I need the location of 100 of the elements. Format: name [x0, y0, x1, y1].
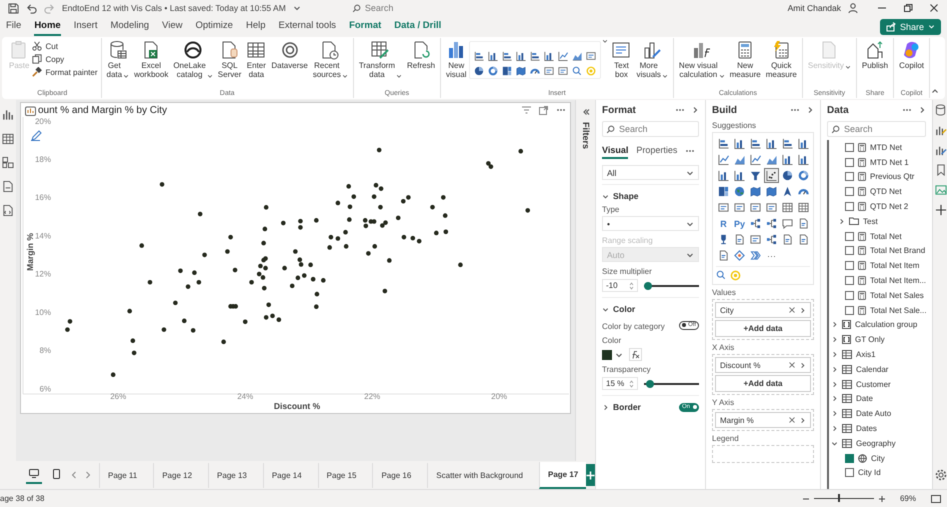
ribbon-button[interactable]: Transform data — [356, 38, 404, 81]
tree-item[interactable]: Calendar — [856, 364, 888, 374]
field-label: Type — [602, 205, 620, 214]
pane-title: Format — [602, 104, 636, 116]
field-label: Range scaling — [602, 236, 653, 245]
field-label: Color by category — [602, 322, 665, 331]
tree-item[interactable]: Total Net Brand — [870, 246, 926, 256]
add-data-button[interactable]: +Add data — [715, 375, 811, 392]
ribbon-button[interactable]: Publish — [860, 38, 890, 72]
number-field[interactable]: -10 — [602, 279, 638, 292]
ribbon-button[interactable]: OneLake catalog — [171, 38, 215, 81]
user-name: Amit Chandak — [788, 3, 841, 13]
menu-tab[interactable]: External tools — [278, 17, 336, 36]
ribbon-button[interactable]: Cut — [32, 41, 98, 51]
pane-tab[interactable]: Properties — [636, 143, 678, 159]
tree-item[interactable]: MTD Net 1 — [870, 158, 909, 167]
page-tab[interactable]: Page 16 — [372, 462, 420, 488]
menu-tab[interactable]: File — [6, 17, 22, 36]
menu-tab[interactable]: Optimize — [195, 17, 233, 36]
tree-item[interactable]: Date Auto — [856, 409, 892, 418]
field-label: Color — [602, 336, 622, 345]
section-header[interactable]: Shape — [602, 191, 639, 201]
visual-type-button[interactable]: R — [716, 216, 731, 231]
page-tab[interactable]: Page 17 — [539, 462, 586, 488]
visual-type-button[interactable]: Py — [732, 216, 747, 231]
tree-item[interactable]: Calculation group — [855, 320, 918, 330]
tree-item[interactable]: City — [871, 454, 885, 463]
dropdown[interactable]: All — [602, 165, 699, 180]
tree-item[interactable]: Total Net Item... — [870, 276, 926, 286]
page-tab[interactable]: Page 11 — [99, 462, 146, 488]
tree-item[interactable]: GT Only — [855, 335, 885, 344]
tree-item[interactable]: Total Net Item — [870, 261, 920, 270]
search-field[interactable]: Search — [602, 121, 699, 137]
menu-tab[interactable]: Format — [349, 17, 382, 36]
ribbon-button[interactable]: Refresh — [405, 38, 438, 72]
tree-item[interactable]: Geography — [856, 438, 896, 448]
tree-item[interactable]: Total Net — [870, 232, 902, 241]
menu-tab[interactable]: Data / Drill — [394, 17, 442, 36]
field-well[interactable]: City +Add data — [712, 299, 814, 340]
field-well[interactable]: Discount % +Add data — [712, 354, 814, 395]
page-tab[interactable]: Scatter with Background — [427, 462, 531, 488]
page-tab[interactable]: Page 15 — [318, 462, 364, 488]
ribbon-button[interactable]: Excel workbook — [132, 38, 170, 81]
dropdown[interactable]: • — [602, 216, 699, 231]
page-tab[interactable]: Page 14 — [262, 462, 310, 488]
section-header[interactable]: Border — [602, 402, 641, 412]
ribbon-button[interactable]: Text box — [609, 38, 634, 81]
axis-tick-label: 14% — [34, 231, 51, 240]
pane-tab[interactable]: Visual — [602, 143, 628, 159]
page-tab[interactable]: Page 13 — [208, 462, 255, 488]
tree-item[interactable]: Dates — [856, 424, 877, 434]
scatter-visual[interactable]: ount % and Margin % by City 6% 8% 10% 12% 14% 16% 18% 20% 26% 24% 22% 20% Discount % Margin % — [20, 102, 571, 414]
search-field[interactable]: Search — [827, 121, 926, 137]
tree-item[interactable]: MTD Net — [870, 142, 902, 152]
ribbon-button[interactable]: Quick measure — [764, 38, 799, 81]
filters-pane-label[interactable]: Filters — [581, 122, 591, 150]
page-tab[interactable]: Page 12 — [153, 462, 200, 488]
tree-item[interactable]: Previous Qtr — [870, 172, 914, 182]
menu-tab[interactable]: Insert — [74, 17, 98, 36]
ribbon-button[interactable]: New visual calculation — [676, 38, 727, 81]
axis-title: Discount % — [274, 401, 320, 411]
pane-title: Data — [827, 104, 849, 116]
section-header[interactable]: Color — [602, 304, 636, 314]
field-well-label: Y Axis — [712, 398, 736, 407]
menu-tab[interactable]: Modeling — [110, 17, 150, 36]
ribbon-button[interactable]: New visual — [444, 38, 468, 81]
field-pill[interactable]: Discount % — [715, 357, 811, 373]
ribbon-button[interactable]: Copilot — [897, 38, 926, 72]
ribbon-button[interactable]: Enter data — [244, 38, 268, 81]
menu-tab[interactable]: Help — [246, 17, 266, 36]
tree-item[interactable]: Total Net Sale... — [870, 306, 926, 315]
ribbon-button[interactable]: Format painter — [32, 67, 98, 77]
ribbon-button[interactable]: Copy — [32, 54, 98, 64]
field-label: Transparency — [602, 365, 651, 374]
pane-title: Build — [712, 104, 737, 116]
tree-item[interactable]: Date — [856, 394, 873, 404]
number-field[interactable]: 15 % — [602, 377, 638, 390]
axis-tick-label: 16% — [34, 193, 51, 202]
axis-tick-label: 22% — [364, 392, 380, 401]
tree-item[interactable]: QTD Net — [870, 187, 902, 196]
more-visuals-label[interactable]: ··· — [764, 248, 779, 263]
field-label: Size multiplier — [602, 267, 652, 276]
menu-tab[interactable]: View — [162, 17, 182, 36]
add-data-button[interactable]: +Add data — [715, 320, 811, 337]
tree-item[interactable]: Total Net Sales — [870, 290, 924, 300]
tree-item[interactable]: Test — [863, 216, 878, 226]
ribbon-button[interactable]: Dataverse — [269, 38, 310, 72]
share-button[interactable]: Share — [880, 18, 941, 34]
search-field[interactable]: Search — [364, 3, 472, 13]
tree-item[interactable]: City Id — [858, 468, 881, 478]
tree-item[interactable]: QTD Net 2 — [870, 202, 908, 212]
ribbon-button[interactable]: Get data — [104, 38, 132, 81]
tree-item[interactable]: Axis1 — [856, 350, 876, 360]
ribbon-button[interactable]: New measure — [728, 38, 763, 81]
axis-tick-label: 20% — [34, 116, 51, 126]
field-pill[interactable]: City — [715, 302, 811, 318]
tree-item[interactable]: Customer — [856, 380, 891, 389]
ribbon-button[interactable]: SQL Server — [216, 38, 244, 81]
ribbon-button[interactable]: More visuals — [634, 38, 670, 81]
ribbon-button[interactable]: Recent sources — [310, 38, 350, 81]
